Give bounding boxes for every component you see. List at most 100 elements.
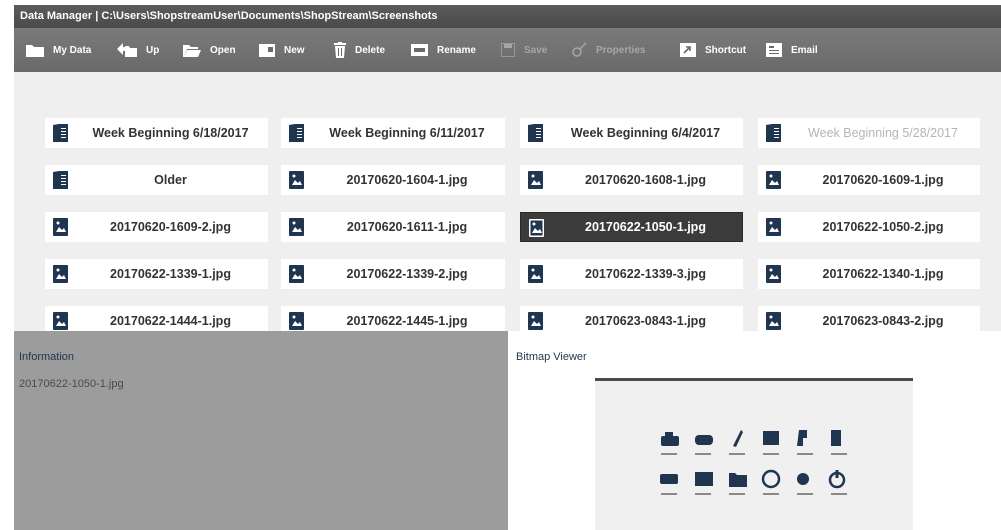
folder-icon <box>53 124 68 142</box>
image-file-icon <box>53 265 68 283</box>
file-name: 20170622-1340-1.jpg <box>822 267 944 281</box>
folder-item[interactable]: Week Beginning 6/18/2017 <box>45 118 268 148</box>
guided-library-icon <box>695 472 713 486</box>
image-file-icon <box>766 312 781 330</box>
data-manager-icon <box>729 473 747 487</box>
up-button[interactable]: Up <box>117 40 159 60</box>
image-file-item[interactable]: 20170623-0843-2.jpg <box>758 306 980 331</box>
folder-icon <box>289 124 304 142</box>
image-file-icon <box>528 265 543 283</box>
save-label: Save <box>524 44 548 56</box>
image-file-item[interactable]: 20170622-1444-1.jpg <box>45 306 268 331</box>
delete-button[interactable]: Delete <box>334 40 385 60</box>
file-name: 20170623-0843-1.jpg <box>585 314 706 328</box>
properties-button[interactable]: Properties <box>571 40 645 60</box>
image-file-icon <box>289 265 304 283</box>
file-name: Week Beginning 6/4/2017 <box>570 126 721 140</box>
component-test-icon <box>733 430 743 447</box>
rename-icon <box>411 44 428 56</box>
file-name: 20170622-1445-1.jpg <box>346 314 468 328</box>
my-data-label: My Data <box>53 44 92 56</box>
file-name: 20170620-1604-1.jpg <box>346 173 468 187</box>
file-name: 20170620-1611-1.jpg <box>346 220 468 234</box>
image-file-icon <box>289 312 304 330</box>
image-file-item[interactable]: 20170620-1609-2.jpg <box>45 212 268 242</box>
image-file-item[interactable]: 20170620-1611-1.jpg <box>281 212 505 242</box>
information-heading: Information <box>19 351 75 363</box>
file-name: 20170622-1050-1.jpg <box>585 220 706 234</box>
file-name: Week Beginning 6/18/2017 <box>92 126 249 140</box>
folder-icon <box>53 171 68 189</box>
image-file-icon <box>528 312 543 330</box>
file-name: 20170622-1050-2.jpg <box>822 220 944 234</box>
obd-icon <box>695 435 713 445</box>
shortcut-button[interactable]: Shortcut <box>680 40 746 60</box>
image-file-icon <box>766 265 781 283</box>
shortcut-icon <box>680 43 696 57</box>
folder-icon <box>528 124 543 142</box>
data-manager-window: Data Manager | C:\Users\ShopstreamUser\D… <box>14 5 1001 530</box>
file-name: 20170622-1339-2.jpg <box>346 267 468 281</box>
new-button[interactable]: New <box>259 40 305 60</box>
save-button[interactable]: Save <box>501 40 547 60</box>
folder-up-icon <box>117 43 137 57</box>
open-label: Open <box>210 44 236 56</box>
image-file-item[interactable]: 20170622-1339-3.jpg <box>520 259 743 289</box>
folder-item[interactable]: Older <box>45 165 268 195</box>
image-file-icon <box>529 219 544 237</box>
file-name: 20170620-1608-1.jpg <box>585 173 706 187</box>
file-name: Older <box>154 173 187 187</box>
properties-icon <box>572 42 587 57</box>
folder-item[interactable]: Week Beginning 5/28/2017 <box>758 118 980 148</box>
file-grid: Week Beginning 6/18/2017 Week Beginning … <box>14 72 1001 331</box>
vehicle-history-icon <box>660 474 678 484</box>
open-folder-icon <box>183 45 201 57</box>
screenshot-preview[interactable] <box>595 378 913 530</box>
image-file-icon <box>53 218 68 236</box>
image-file-item[interactable]: 20170620-1609-1.jpg <box>758 165 980 195</box>
shortcut-label: Shortcut <box>705 44 747 56</box>
file-name: 20170622-1339-1.jpg <box>110 267 231 281</box>
save-icon <box>501 43 515 57</box>
window-title: Data Manager | C:\Users\ShopstreamUser\D… <box>14 5 1001 28</box>
image-file-item[interactable]: 20170622-1445-1.jpg <box>281 306 505 331</box>
image-file-item[interactable]: 20170620-1608-1.jpg <box>520 165 743 195</box>
sure-track-icon <box>797 430 807 446</box>
scanner-icon <box>661 432 679 446</box>
file-name: 20170622-1339-3.jpg <box>585 267 706 281</box>
image-file-item[interactable]: 20170622-1340-1.jpg <box>758 259 980 289</box>
image-file-icon <box>766 171 781 189</box>
rename-button[interactable]: Rename <box>411 40 476 60</box>
image-file-item[interactable]: 20170620-1604-1.jpg <box>281 165 505 195</box>
image-file-icon <box>289 171 304 189</box>
image-file-icon <box>53 312 68 330</box>
power-icon <box>828 470 846 489</box>
my-data-button[interactable]: My Data <box>26 40 91 60</box>
selected-file-name: 20170622-1050-1.jpg <box>19 378 124 390</box>
image-file-icon <box>528 171 543 189</box>
scope-icon <box>763 431 779 445</box>
toolbar: My Data Up Open New Delete Rename Save P… <box>14 28 1001 72</box>
image-file-item[interactable]: 20170622-1339-1.jpg <box>45 259 268 289</box>
email-button[interactable]: Email <box>766 40 818 60</box>
file-name: Week Beginning 5/28/2017 <box>808 126 958 140</box>
settings-icon <box>797 473 809 485</box>
information-panel: Information 20170622-1050-1.jpg <box>14 331 508 530</box>
image-file-icon <box>766 218 781 236</box>
file-name: 20170622-1444-1.jpg <box>110 314 231 328</box>
file-name: 20170620-1609-1.jpg <box>822 173 944 187</box>
folder-item[interactable]: Week Beginning 6/4/2017 <box>520 118 743 148</box>
bitmap-viewer-heading: Bitmap Viewer <box>516 351 587 363</box>
folder-icon <box>26 45 44 57</box>
file-name: 20170623-0843-2.jpg <box>822 314 944 328</box>
bitmap-viewer-panel: Bitmap Viewer <box>508 331 1001 530</box>
folder-item[interactable]: Week Beginning 6/11/2017 <box>281 118 505 148</box>
image-file-item[interactable]: 20170623-0843-1.jpg <box>520 306 743 331</box>
open-button[interactable]: Open <box>183 40 236 60</box>
file-name: 20170620-1609-2.jpg <box>110 220 231 234</box>
rename-label: Rename <box>437 44 476 56</box>
image-file-item-selected[interactable]: 20170622-1050-1.jpg <box>520 212 743 242</box>
image-file-item[interactable]: 20170622-1050-2.jpg <box>758 212 980 242</box>
folder-icon <box>766 124 781 142</box>
image-file-item[interactable]: 20170622-1339-2.jpg <box>281 259 505 289</box>
